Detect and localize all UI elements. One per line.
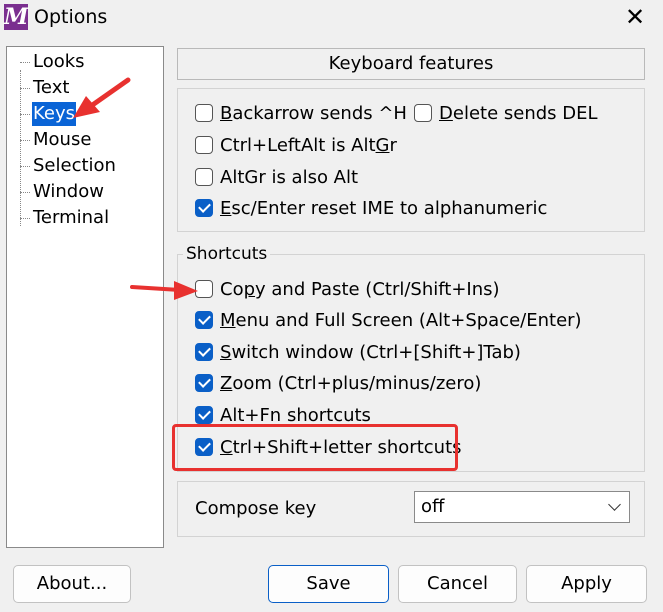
annotation-arrowhead-copy	[174, 281, 198, 300]
annotation-arrows	[73, 77, 198, 300]
annotation-arrowhead-keys	[73, 96, 100, 118]
annotation-arrow-copy	[130, 285, 182, 292]
annotation-arrow-keys	[88, 77, 131, 109]
